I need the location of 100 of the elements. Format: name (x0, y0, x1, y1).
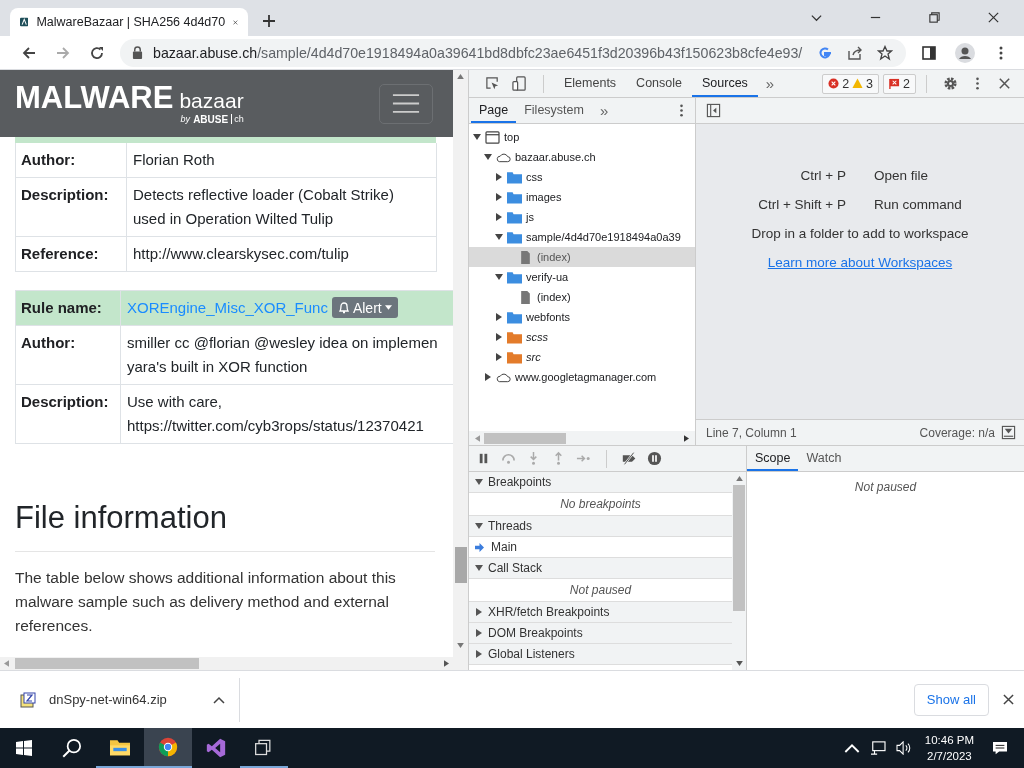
vertical-scrollbar[interactable] (732, 472, 746, 670)
horizontal-scrollbar[interactable] (0, 657, 453, 670)
close-icon[interactable] (997, 76, 1012, 91)
caret-up-icon[interactable] (212, 695, 225, 704)
section-header[interactable]: Threads (469, 516, 732, 537)
tree-item[interactable]: css (469, 167, 695, 187)
url-text: bazaar.abuse.ch/sample/4d4d70e1918494a0a39641bd8dbfc23ae6451f3d20396b43f150623b8cfe4e93/ (153, 44, 803, 61)
tree-item[interactable]: images (469, 187, 695, 207)
navigator-tab[interactable]: Filesystem (516, 98, 592, 123)
alert-button[interactable]: Alert (331, 297, 398, 318)
section-header[interactable]: XHR/fetch Breakpoints (469, 602, 732, 623)
close-icon[interactable] (1003, 694, 1014, 705)
tree-item[interactable]: (index) (469, 287, 695, 307)
expand-arrow-icon[interactable] (495, 193, 503, 201)
taskbar-app[interactable] (144, 728, 192, 768)
back-icon[interactable] (21, 44, 37, 61)
more-tabs-button[interactable]: » (599, 102, 609, 119)
folder-icon (507, 230, 522, 244)
sidebar-tab[interactable]: Watch (798, 446, 850, 471)
scroll-down-icon[interactable] (735, 661, 743, 666)
show-all-button[interactable]: Show all (913, 683, 989, 716)
settings-icon[interactable] (943, 76, 958, 91)
menu-button[interactable] (379, 83, 433, 124)
scroll-left-icon[interactable] (475, 434, 480, 442)
network-icon[interactable] (869, 741, 886, 755)
devtools-tab[interactable]: Elements (554, 70, 627, 97)
cell-text: smiller cc @florian @wesley idea on implemen yara's built in XOR function (127, 333, 438, 377)
expand-arrow-icon[interactable] (495, 213, 503, 221)
sidebar-tab[interactable]: Scope (747, 446, 799, 471)
download-item[interactable]: dnSpy-net-win64.zip (0, 671, 239, 728)
tree-item[interactable]: top (469, 127, 695, 147)
tree-item[interactable]: js (469, 207, 695, 227)
devtools-tab[interactable]: Console (626, 70, 692, 97)
address-bar[interactable]: bazaar.abuse.ch/sample/4d4d70e1918494a0a39641bd8dbfc23ae6451f3d20396b43f150623b8cfe4e93/ (120, 38, 906, 67)
expand-arrow-icon[interactable] (473, 133, 481, 141)
section-header[interactable]: Breakpoints (469, 472, 732, 493)
tree-item[interactable]: (index) (469, 247, 695, 267)
warning-icon (852, 78, 864, 89)
browser-tab[interactable]: MalwareBazaar | SHA256 4d4d70 (10, 8, 248, 36)
hint-text: Drop in a folder to add to workspace (751, 226, 969, 241)
scroll-thumb[interactable] (454, 547, 467, 583)
section-header[interactable]: Global Listeners (469, 644, 732, 665)
scroll-up-icon[interactable] (735, 476, 743, 481)
expand-arrow-icon[interactable] (495, 233, 503, 241)
section-header[interactable]: DOM Breakpoints (469, 623, 732, 644)
issues-counter[interactable]: 2 (883, 73, 916, 94)
scroll-up-icon[interactable] (457, 74, 464, 79)
scroll-down-icon[interactable] (457, 643, 464, 648)
section-heading: File information (15, 499, 228, 537)
toggle-sidebar-icon[interactable] (706, 103, 721, 118)
vertical-scrollbar[interactable] (453, 70, 468, 670)
folder-icon (110, 737, 130, 757)
expand-arrow-icon[interactable] (495, 353, 503, 361)
deactivate-breakpoints-icon[interactable] (622, 451, 637, 466)
google-icon[interactable] (817, 44, 833, 61)
site-logo[interactable]: MALWARE bazaar by ABUSE ch (15, 79, 244, 128)
share-icon[interactable] (847, 44, 863, 61)
tree-item[interactable]: webfonts (469, 307, 695, 327)
device-icon[interactable] (512, 76, 527, 91)
section-header[interactable]: Call Stack (469, 558, 732, 579)
expand-arrow-icon[interactable] (495, 313, 503, 321)
profile-icon[interactable] (955, 42, 975, 63)
expand-arrow-icon[interactable] (484, 153, 492, 161)
coverage-icon[interactable] (1001, 425, 1016, 440)
expand-arrow-icon[interactable] (495, 333, 503, 341)
expand-arrow-icon[interactable] (495, 173, 503, 181)
cell-text: Detects reflective loader (Cobalt Strike) used in Operation Wilted Tulip (133, 185, 394, 229)
expand-arrow-icon (475, 478, 483, 486)
scroll-right-icon[interactable] (684, 434, 689, 442)
expand-arrow-icon[interactable] (495, 273, 503, 281)
clock[interactable]: 10:46 PM 2/7/2023 (924, 732, 974, 764)
tree-item[interactable]: bazaar.abuse.ch (469, 147, 695, 167)
plus-icon[interactable] (262, 14, 276, 28)
expand-arrow-icon[interactable] (484, 373, 492, 381)
star-icon[interactable] (877, 44, 893, 61)
inspect-icon[interactable] (485, 76, 500, 91)
more-tabs-button[interactable]: » (765, 75, 775, 92)
tree-item[interactable]: src (469, 347, 695, 367)
workspaces-link[interactable]: Learn more about Workspaces (767, 255, 953, 270)
tree-item[interactable]: sample/4d4d70e1918494a0a39 (469, 227, 695, 247)
navigator-tab[interactable]: Page (471, 98, 517, 123)
notification-icon[interactable] (992, 741, 1008, 755)
logo-suffix: ch (231, 114, 244, 124)
tab-title: MalwareBazaar | SHA256 4d4d70 (36, 15, 226, 29)
caret-icon (384, 305, 392, 310)
close-icon[interactable] (987, 11, 1000, 24)
restore-icon[interactable] (928, 11, 941, 24)
side-panel-icon[interactable] (921, 44, 937, 61)
reload-icon[interactable] (89, 44, 105, 61)
tree-item[interactable]: www.googletagmanager.com (469, 367, 695, 387)
shortcut-label: Open file (874, 168, 930, 183)
pause-on-exceptions-icon[interactable] (647, 451, 662, 466)
scroll-right-icon[interactable] (444, 660, 449, 667)
expand-arrow-icon (475, 522, 483, 530)
horizontal-scrollbar[interactable] (469, 431, 695, 445)
cursor-position: Line 7, Column 1 (706, 425, 797, 440)
tree-item[interactable]: verify-ua (469, 267, 695, 287)
tree-item[interactable]: scss (469, 327, 695, 347)
volume-icon[interactable] (895, 741, 912, 755)
issues-counter[interactable]: 2 3 (822, 73, 880, 94)
